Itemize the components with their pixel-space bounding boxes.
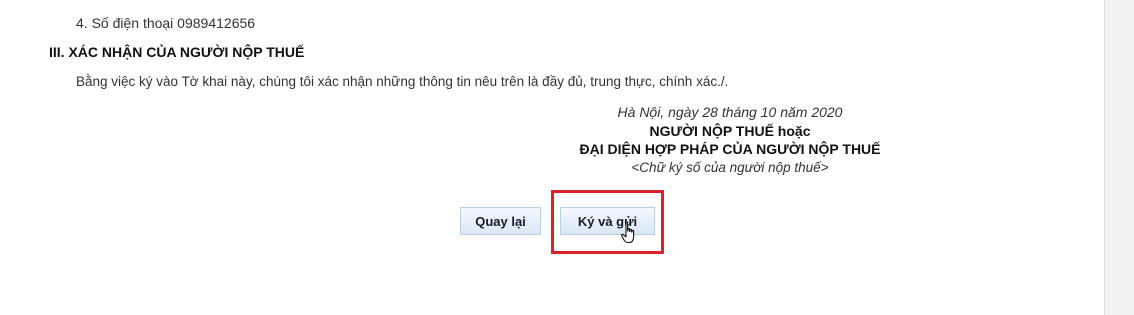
sign-and-submit-button[interactable]: Ký và gửi — [560, 207, 655, 235]
tax-declaration-page: 4. Số điện thoại 0989412656 III. XÁC NHẬ… — [0, 0, 1134, 315]
scrollbar[interactable] — [1104, 0, 1134, 315]
digital-signature-note: <Chữ ký số của người nộp thuế> — [631, 160, 829, 175]
signature-title-line2: ĐẠI DIỆN HỢP PHÁP CỦA NGƯỜI NỘP THUẾ — [579, 141, 881, 157]
section-title-taxpayer-confirmation: III. XÁC NHẬN CỦA NGƯỜI NỘP THUẾ — [49, 44, 305, 60]
back-button[interactable]: Quay lại — [460, 207, 541, 235]
signature-block: Hà Nội, ngày 28 tháng 10 năm 2020 NGƯỜI … — [550, 103, 910, 177]
phone-number-line: 4. Số điện thoại 0989412656 — [76, 15, 256, 31]
signature-place-date: Hà Nội, ngày 28 tháng 10 năm 2020 — [617, 104, 843, 120]
hand-pointer-icon — [620, 221, 635, 244]
declaration-text: Bằng việc ký vào Tờ khai này, chúng tôi … — [76, 74, 729, 89]
signature-title-line1: NGƯỜI NỘP THUẾ hoặc — [649, 123, 811, 139]
